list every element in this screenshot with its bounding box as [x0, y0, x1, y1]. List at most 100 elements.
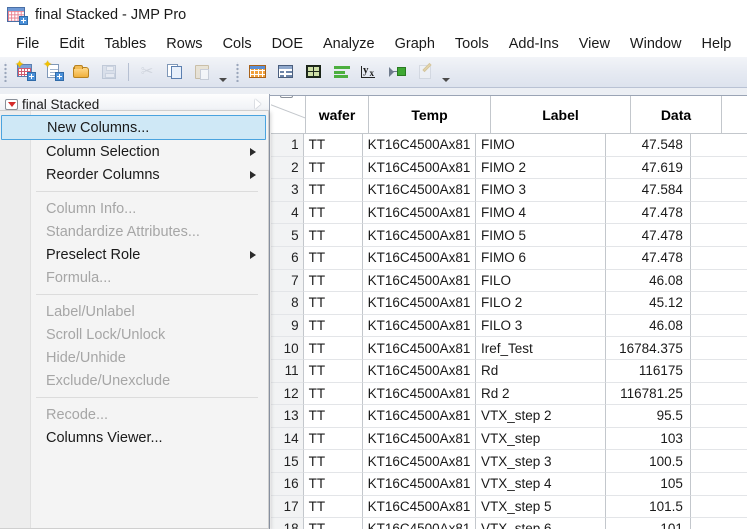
row-number[interactable]: 8	[271, 292, 304, 315]
table-row[interactable]: 5TTKT16C4500Ax81FIMO 547.478	[271, 224, 747, 247]
cell-data[interactable]: 103	[606, 428, 691, 451]
row-number[interactable]: 9	[271, 315, 304, 338]
cell-label[interactable]: VTX_step	[476, 428, 606, 451]
cell-wafer[interactable]: TT	[304, 292, 363, 315]
row-number[interactable]: 3	[271, 179, 304, 202]
row-number[interactable]: 11	[271, 360, 304, 383]
menu-item-columns-viewer[interactable]: Columns Viewer...	[0, 426, 268, 449]
cell-temp[interactable]: KT16C4500Ax81	[363, 179, 476, 202]
table-row[interactable]: 13TTKT16C4500Ax81VTX_step 295.5	[271, 405, 747, 428]
cell-temp[interactable]: KT16C4500Ax81	[363, 270, 476, 293]
cell-wafer[interactable]: TT	[304, 337, 363, 360]
cell-wafer[interactable]: TT	[304, 496, 363, 519]
cell-temp[interactable]: KT16C4500Ax81	[363, 405, 476, 428]
cell-data[interactable]: 47.478	[606, 247, 691, 270]
table-row[interactable]: 3TTKT16C4500Ax81FIMO 347.584	[271, 179, 747, 202]
menu-item-column-selection[interactable]: Column Selection	[0, 140, 268, 163]
table-row[interactable]: 17TTKT16C4500Ax81VTX_step 5101.5	[271, 496, 747, 519]
cell-data[interactable]: 46.08	[606, 270, 691, 293]
row-number[interactable]: 5	[271, 224, 304, 247]
table-row[interactable]: 15TTKT16C4500Ax81VTX_step 3100.5	[271, 450, 747, 473]
row-number[interactable]: 12	[271, 383, 304, 406]
cell-empty[interactable]	[691, 337, 747, 360]
cell-empty[interactable]	[691, 518, 747, 529]
new-script-icon[interactable]: ✦	[41, 59, 67, 85]
table-row[interactable]: 10TTKT16C4500Ax81Iref_Test16784.375	[271, 337, 747, 360]
table-row[interactable]: 14TTKT16C4500Ax81VTX_step103	[271, 428, 747, 451]
cell-data[interactable]: 101	[606, 518, 691, 529]
column-header-temp[interactable]: Temp	[369, 96, 491, 134]
row-number[interactable]: 15	[271, 450, 304, 473]
menu-edit[interactable]: Edit	[49, 33, 94, 55]
cell-empty[interactable]	[691, 360, 747, 383]
cell-wafer[interactable]: TT	[304, 247, 363, 270]
row-number[interactable]: 2	[271, 157, 304, 180]
table-row[interactable]: 11TTKT16C4500Ax81Rd116175	[271, 360, 747, 383]
cell-empty[interactable]	[691, 134, 747, 157]
menu-tables[interactable]: Tables	[94, 33, 156, 55]
cell-data[interactable]: 47.584	[606, 179, 691, 202]
menu-item-new-columns[interactable]: New Columns...	[1, 115, 266, 140]
cell-temp[interactable]: KT16C4500Ax81	[363, 518, 476, 529]
cell-data[interactable]: 47.619	[606, 157, 691, 180]
menu-cols[interactable]: Cols	[213, 33, 262, 55]
cell-data[interactable]: 47.548	[606, 134, 691, 157]
cut-scissors-icon[interactable]: ✂	[134, 59, 160, 85]
table-row[interactable]: 6TTKT16C4500Ax81FIMO 647.478	[271, 247, 747, 270]
table-row[interactable]: 9TTKT16C4500Ax81FILO 346.08	[271, 315, 747, 338]
cell-label[interactable]: FIMO 4	[476, 202, 606, 225]
cell-temp[interactable]: KT16C4500Ax81	[363, 134, 476, 157]
cell-data[interactable]: 47.478	[606, 202, 691, 225]
cell-data[interactable]: 46.08	[606, 315, 691, 338]
table-red-triangle-icon[interactable]	[280, 96, 293, 98]
column-header-data[interactable]: Data	[631, 96, 722, 134]
cell-label[interactable]: FILO 3	[476, 315, 606, 338]
cell-label[interactable]: Rd 2	[476, 383, 606, 406]
menu-add-ins[interactable]: Add-Ins	[499, 33, 569, 55]
cell-label[interactable]: VTX_step 3	[476, 450, 606, 473]
row-number[interactable]: 17	[271, 496, 304, 519]
menu-file[interactable]: File	[6, 33, 49, 55]
copy-icon[interactable]	[162, 59, 188, 85]
edit-script-icon[interactable]	[413, 59, 439, 85]
cell-empty[interactable]	[691, 179, 747, 202]
row-number[interactable]: 16	[271, 473, 304, 496]
cell-temp[interactable]: KT16C4500Ax81	[363, 292, 476, 315]
cell-empty[interactable]	[691, 473, 747, 496]
cell-data[interactable]: 45.12	[606, 292, 691, 315]
cell-data[interactable]: 16784.375	[606, 337, 691, 360]
cell-empty[interactable]	[691, 405, 747, 428]
cell-wafer[interactable]: TT	[304, 270, 363, 293]
cell-data[interactable]: 95.5	[606, 405, 691, 428]
cell-empty[interactable]	[691, 315, 747, 338]
paste-icon[interactable]	[190, 59, 216, 85]
cell-temp[interactable]: KT16C4500Ax81	[363, 450, 476, 473]
cell-wafer[interactable]: TT	[304, 202, 363, 225]
cell-wafer[interactable]: TT	[304, 473, 363, 496]
cell-empty[interactable]	[691, 202, 747, 225]
row-number[interactable]: 1	[271, 134, 304, 157]
cell-temp[interactable]: KT16C4500Ax81	[363, 337, 476, 360]
menu-help[interactable]: Help	[692, 33, 742, 55]
table-row[interactable]: 7TTKT16C4500Ax81FILO46.08	[271, 270, 747, 293]
menu-rows[interactable]: Rows	[156, 33, 212, 55]
table-row[interactable]: 16TTKT16C4500Ax81VTX_step 4105	[271, 473, 747, 496]
cell-temp[interactable]: KT16C4500Ax81	[363, 473, 476, 496]
toolbar-gripper[interactable]	[3, 62, 10, 82]
cell-empty[interactable]	[691, 383, 747, 406]
cell-label[interactable]: VTX_step 5	[476, 496, 606, 519]
column-header-wafer[interactable]: wafer	[306, 96, 369, 134]
cell-data[interactable]: 101.5	[606, 496, 691, 519]
cell-temp[interactable]: KT16C4500Ax81	[363, 496, 476, 519]
cell-label[interactable]: VTX_step 6	[476, 518, 606, 529]
distribution-bars-icon[interactable]	[329, 59, 355, 85]
cell-label[interactable]: FIMO 3	[476, 179, 606, 202]
menu-graph[interactable]: Graph	[385, 33, 445, 55]
table-row[interactable]: 12TTKT16C4500Ax81Rd 2116781.25	[271, 383, 747, 406]
cell-empty[interactable]	[691, 292, 747, 315]
menu-analyze[interactable]: Analyze	[313, 33, 385, 55]
red-triangle-menu-icon[interactable]	[5, 99, 18, 110]
cell-temp[interactable]: KT16C4500Ax81	[363, 224, 476, 247]
row-number[interactable]: 4	[271, 202, 304, 225]
cell-wafer[interactable]: TT	[304, 157, 363, 180]
